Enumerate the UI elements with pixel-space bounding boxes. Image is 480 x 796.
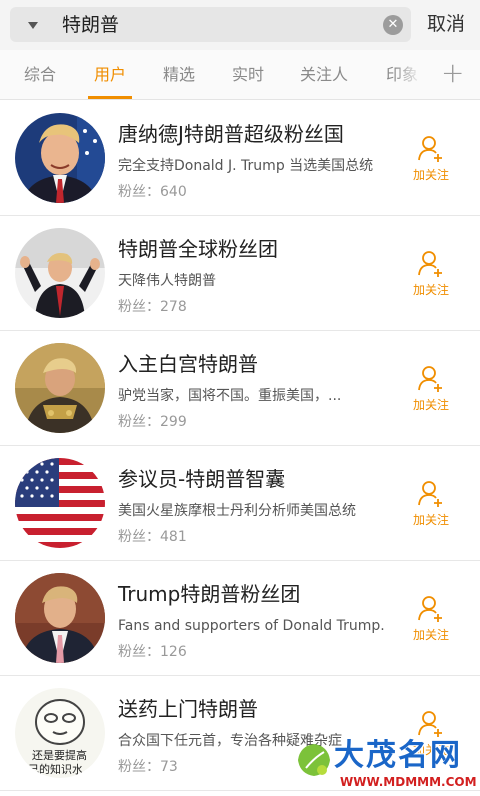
category-tabs: 综合 用户 精选 实时 关注人 印象 + [0, 50, 480, 100]
add-user-icon [418, 251, 442, 277]
avatar[interactable] [15, 113, 105, 203]
list-item[interactable]: 参议员-特朗普智囊 美国火星族摩根士丹利分析师美国总统 粉丝：481 加关注 [0, 446, 480, 561]
user-desc: 驴党当家，国将不国。重振美国，... [118, 388, 342, 404]
add-user-icon [418, 366, 442, 392]
tabs-fade [394, 50, 430, 99]
watermark-url: WWW.MDMMM.COM [340, 775, 477, 789]
follow-label: 加关注 [412, 398, 449, 412]
tab-users[interactable]: 用户 [94, 64, 126, 86]
cancel-button[interactable]: 取消 [427, 11, 465, 37]
follow-label: 加关注 [412, 283, 449, 297]
follow-label: 加关注 [412, 168, 449, 182]
list-item[interactable]: Trump特朗普粉丝团 Fans and supporters of Donal… [0, 561, 480, 676]
dropdown-caret-icon[interactable] [28, 22, 38, 29]
fans-count: 粉丝：126 [118, 644, 187, 660]
fans-count: 粉丝：640 [118, 184, 187, 200]
fans-count: 粉丝：481 [118, 529, 187, 545]
list-item[interactable]: 唐纳德J特朗普超级粉丝国 完全支持Donald J. Trump 当选美国总统 … [0, 101, 480, 216]
user-list: 唐纳德J特朗普超级粉丝国 完全支持Donald J. Trump 当选美国总统 … [0, 101, 480, 791]
user-desc: Fans and supporters of Donald Trump. [118, 618, 385, 634]
follow-label: 加关注 [412, 513, 449, 527]
add-user-icon [418, 711, 442, 737]
watermark: 大茂名网 WWW.MDMMM.COM [290, 738, 480, 794]
tab-comprehensive[interactable]: 综合 [24, 64, 56, 86]
follow-button[interactable]: 加关注 [406, 133, 456, 185]
user-desc: 完全支持Donald J. Trump 当选美国总统 [118, 158, 374, 174]
fans-count: 粉丝：73 [118, 759, 178, 775]
list-item[interactable]: 入主白宫特朗普 驴党当家，国将不国。重振美国，... 粉丝：299 加关注 [0, 331, 480, 446]
add-user-icon [418, 136, 442, 162]
plus-icon[interactable]: + [441, 58, 464, 88]
tab-realtime[interactable]: 实时 [232, 64, 264, 86]
watermark-cn: 大茂名网 [334, 738, 462, 773]
avatar-caption-line: 己的知识水 [28, 762, 83, 776]
follow-label: 加关注 [412, 628, 449, 642]
avatar[interactable] [15, 343, 105, 433]
user-desc: 天降伟人特朗普 [118, 273, 216, 289]
follow-button[interactable]: 加关注 [406, 248, 456, 300]
user-name[interactable]: 送药上门特朗普 [118, 696, 258, 722]
avatar-caption-line: 还是要提高 [32, 748, 87, 762]
user-name[interactable]: Trump特朗普粉丝团 [118, 581, 300, 607]
avatar[interactable] [15, 458, 105, 548]
search-input[interactable]: 特朗普 ✕ [10, 7, 411, 42]
list-item[interactable]: 特朗普全球粉丝团 天降伟人特朗普 粉丝：278 加关注 [0, 216, 480, 331]
avatar[interactable] [15, 228, 105, 318]
follow-button[interactable]: 加关注 [406, 363, 456, 415]
user-name[interactable]: 入主白宫特朗普 [118, 351, 258, 377]
add-user-icon [418, 596, 442, 622]
search-query[interactable]: 特朗普 [62, 13, 119, 37]
user-name[interactable]: 特朗普全球粉丝团 [118, 236, 278, 262]
user-name[interactable]: 参议员-特朗普智囊 [118, 466, 285, 492]
user-name[interactable]: 唐纳德J特朗普超级粉丝国 [118, 121, 344, 147]
follow-button[interactable]: 加关注 [406, 478, 456, 530]
follow-button[interactable]: 加关注 [406, 593, 456, 645]
user-desc: 美国火星族摩根士丹利分析师美国总统 [118, 503, 356, 519]
active-tab-indicator [88, 96, 132, 99]
tab-following[interactable]: 关注人 [300, 64, 348, 86]
fans-count: 粉丝：278 [118, 299, 187, 315]
add-user-icon [418, 481, 442, 507]
tab-featured[interactable]: 精选 [163, 64, 195, 86]
avatar[interactable]: 还是要提高 己的知识水 [15, 688, 105, 778]
clear-icon[interactable]: ✕ [383, 15, 403, 35]
leaf-logo-icon [298, 744, 330, 776]
search-header: 特朗普 ✕ 取消 [0, 0, 480, 50]
avatar[interactable] [15, 573, 105, 663]
fans-count: 粉丝：299 [118, 414, 187, 430]
